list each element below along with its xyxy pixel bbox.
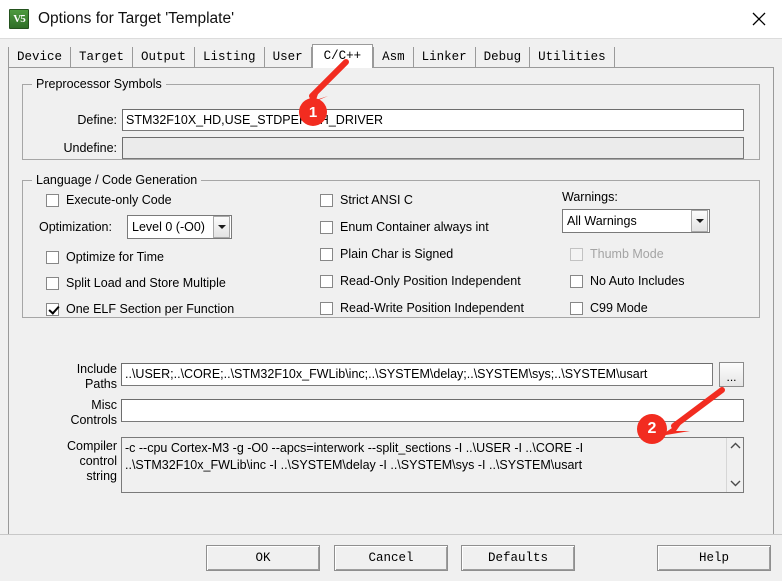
close-icon[interactable] — [736, 0, 782, 38]
checkbox-box — [570, 247, 583, 261]
checkbox-label: Plain Char is Signed — [340, 247, 454, 261]
tab-output[interactable]: Output — [133, 47, 196, 67]
checkbox-plain-char-is-signed[interactable]: Plain Char is Signed — [320, 247, 453, 261]
checkbox-label: Thumb Mode — [590, 247, 664, 261]
scroll-down-icon[interactable] — [730, 479, 741, 489]
include-paths-label-line2: Paths — [85, 377, 117, 391]
undefine-label: Undefine: — [63, 141, 117, 155]
ok-button[interactable]: OK — [206, 545, 320, 571]
warnings-value: All Warnings — [567, 214, 637, 228]
tab-strip: Device Target Output Listing User C/C++ … — [8, 44, 615, 68]
checkbox-read-write-position-independent[interactable]: Read-Write Position Independent — [320, 301, 524, 315]
uvision-logo-icon: V5 — [9, 9, 29, 29]
tab-c-cpp[interactable]: C/C++ — [311, 44, 374, 68]
annotation-marker-1-number: 1 — [308, 103, 318, 121]
compiler-control-string-value: -c --cpu Cortex-M3 -g -O0 --apcs=interwo… — [125, 441, 587, 472]
checkbox-label: Optimize for Time — [66, 250, 164, 264]
checkbox-label: Read-Write Position Independent — [340, 301, 524, 315]
checkbox-label: Strict ANSI C — [340, 193, 413, 207]
dialog-button-bar: OK Cancel Defaults Help — [0, 534, 782, 581]
tab-debug[interactable]: Debug — [475, 47, 531, 67]
compiler-label-line3: string — [86, 469, 117, 483]
compiler-control-string-area[interactable]: -c --cpu Cortex-M3 -g -O0 --apcs=interwo… — [121, 437, 744, 493]
checkbox-execute-only-code[interactable]: Execute-only Code — [46, 193, 172, 207]
checkbox-label: C99 Mode — [590, 301, 648, 315]
chevron-down-icon[interactable] — [691, 210, 708, 232]
warnings-label: Warnings: — [562, 190, 618, 204]
checkbox-enum-container-always-int[interactable]: Enum Container always int — [320, 220, 489, 234]
checkbox-label: Read-Only Position Independent — [340, 274, 521, 288]
include-paths-input[interactable]: ..\USER;..\CORE;..\STM32F10x_FWLib\inc;.… — [121, 363, 713, 386]
uvision-logo-glyph: V5 — [13, 13, 25, 25]
checkbox-box — [570, 274, 583, 288]
checkbox-box — [320, 301, 333, 315]
tab-user[interactable]: User — [264, 47, 312, 67]
misc-controls-label-line1: Misc — [91, 398, 117, 412]
preprocessor-symbols-legend: Preprocessor Symbols — [32, 77, 166, 91]
checkbox-box — [320, 247, 333, 261]
include-paths-label: Include Paths — [47, 362, 117, 392]
c-cpp-tab-panel: Preprocessor Symbols Define: STM32F10X_H… — [8, 67, 774, 555]
warnings-select[interactable]: All Warnings — [562, 209, 710, 233]
tab-target[interactable]: Target — [71, 47, 134, 67]
define-input[interactable]: STM32F10X_HD,USE_STDPERIPH_DRIVER — [122, 109, 744, 131]
checkbox-label: No Auto Includes — [590, 274, 685, 288]
checkbox-thumb-mode: Thumb Mode — [570, 247, 664, 261]
compiler-label-line1: Compiler — [66, 439, 117, 453]
checkbox-label: Execute-only Code — [66, 193, 172, 207]
compiler-control-string-label: Compiler control string — [35, 439, 117, 484]
optimization-value: Level 0 (-O0) — [132, 220, 205, 234]
checkbox-box — [320, 193, 333, 207]
checkbox-label: One ELF Section per Function — [66, 302, 235, 316]
tab-asm[interactable]: Asm — [373, 47, 414, 67]
checkbox-optimize-for-time[interactable]: Optimize for Time — [46, 250, 164, 264]
cancel-button[interactable]: Cancel — [334, 545, 448, 571]
checkbox-strict-ansi-c[interactable]: Strict ANSI C — [320, 193, 413, 207]
checkbox-box — [46, 302, 59, 316]
chevron-down-icon[interactable] — [213, 216, 230, 238]
misc-controls-label-line2: Controls — [70, 413, 117, 427]
checkbox-one-elf-section-per-function[interactable]: One ELF Section per Function — [46, 302, 234, 316]
compiler-control-scrollbar[interactable] — [726, 438, 743, 492]
tab-listing[interactable]: Listing — [195, 47, 265, 67]
title-bar: V5 Options for Target 'Template' — [0, 0, 782, 38]
window-title: Options for Target 'Template' — [38, 10, 235, 27]
language-code-generation-legend: Language / Code Generation — [32, 173, 202, 187]
optimization-select[interactable]: Level 0 (-O0) — [127, 215, 232, 239]
scroll-up-icon[interactable] — [730, 441, 741, 451]
defaults-button[interactable]: Defaults — [461, 545, 575, 571]
checkbox-box — [320, 274, 333, 288]
annotation-marker-2: 2 — [637, 414, 667, 444]
optimization-label: Optimization: — [39, 220, 112, 234]
include-paths-browse-button[interactable]: ... — [719, 362, 744, 387]
checkbox-label: Split Load and Store Multiple — [66, 276, 226, 290]
help-button[interactable]: Help — [657, 545, 771, 571]
include-paths-label-line1: Include — [76, 362, 117, 376]
checkbox-c99-mode[interactable]: C99 Mode — [570, 301, 648, 315]
checkbox-read-only-position-independent[interactable]: Read-Only Position Independent — [320, 274, 521, 288]
checkbox-box — [46, 276, 59, 290]
checkbox-label: Enum Container always int — [340, 220, 489, 234]
undefine-input[interactable] — [122, 137, 744, 159]
tab-linker[interactable]: Linker — [413, 47, 476, 67]
checkbox-box — [46, 193, 59, 207]
checkbox-box — [320, 220, 333, 234]
tab-device[interactable]: Device — [8, 47, 72, 67]
define-label: Define: — [77, 113, 117, 127]
options-dialog: Device Target Output Listing User C/C++ … — [0, 38, 782, 581]
checkbox-box — [46, 250, 59, 264]
checkbox-no-auto-includes[interactable]: No Auto Includes — [570, 274, 685, 288]
annotation-marker-1: 1 — [299, 98, 327, 126]
tab-utilities[interactable]: Utilities — [530, 47, 615, 67]
annotation-marker-2-number: 2 — [647, 420, 657, 437]
compiler-label-line2: control — [79, 454, 117, 468]
checkbox-split-load-and-store-multiple[interactable]: Split Load and Store Multiple — [46, 276, 226, 290]
checkbox-box — [570, 301, 583, 315]
misc-controls-label: Misc Controls — [39, 398, 117, 428]
